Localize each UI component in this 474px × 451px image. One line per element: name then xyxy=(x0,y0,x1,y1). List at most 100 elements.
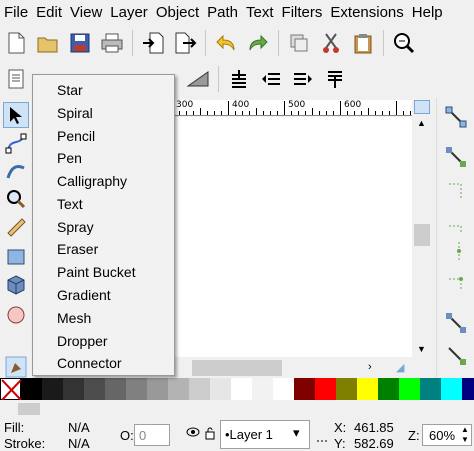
palette-scrollbar[interactable] xyxy=(0,400,474,418)
menu-item-connector[interactable]: Connector xyxy=(57,352,122,374)
fill-value[interactable]: N/A xyxy=(68,420,90,435)
color-swatch[interactable] xyxy=(420,378,441,400)
menu-item-mesh[interactable]: Mesh xyxy=(57,307,91,329)
color-swatch[interactable] xyxy=(231,378,252,400)
lock-layer-icon[interactable] xyxy=(204,426,216,443)
lower-icon[interactable] xyxy=(289,65,317,93)
zoom-corner-icon[interactable] xyxy=(414,100,430,114)
color-swatch[interactable] xyxy=(462,378,474,400)
menu-item-pen[interactable]: Pen xyxy=(57,147,82,169)
color-swatch[interactable] xyxy=(294,378,315,400)
document-properties-icon[interactable] xyxy=(2,65,30,93)
stroke-value[interactable]: N/A xyxy=(68,436,90,451)
print-icon[interactable] xyxy=(98,29,126,57)
menu-item-eraser[interactable]: Eraser xyxy=(57,238,98,260)
menu-text[interactable]: Text xyxy=(242,0,278,26)
zoom-fit-icon[interactable] xyxy=(390,29,418,57)
color-swatch[interactable] xyxy=(147,378,168,400)
opacity-input[interactable]: 0 xyxy=(134,424,170,446)
open-folder-icon[interactable] xyxy=(34,29,62,57)
menu-item-star[interactable]: Star xyxy=(57,79,83,101)
snap-midpoint-icon[interactable] xyxy=(443,238,469,264)
scroll-right-icon[interactable]: › xyxy=(368,361,372,373)
vertical-scrollbar[interactable]: ▲ ▼ xyxy=(412,100,434,360)
zoom-stepper-icon[interactable]: ▲ ▼ xyxy=(461,425,469,445)
menu-view[interactable]: View xyxy=(66,0,106,26)
menu-object[interactable]: Object xyxy=(152,0,203,26)
new-document-icon[interactable] xyxy=(2,29,30,57)
zoom-tool-icon[interactable] xyxy=(3,186,29,212)
menu-item-gradient[interactable]: Gradient xyxy=(57,284,111,306)
flip-horizontal-icon[interactable] xyxy=(184,65,212,93)
snap-enable-icon[interactable] xyxy=(443,104,469,130)
menu-item-text[interactable]: Text xyxy=(57,193,83,215)
color-swatch[interactable] xyxy=(399,378,420,400)
palette-scroll-thumb[interactable] xyxy=(18,403,40,415)
save-icon[interactable] xyxy=(66,29,94,57)
color-swatch[interactable] xyxy=(315,378,336,400)
menu-item-dropper[interactable]: Dropper xyxy=(57,330,108,352)
menu-path[interactable]: Path xyxy=(203,0,242,26)
horizontal-scrollbar[interactable]: › ◢ xyxy=(172,358,412,378)
color-swatch[interactable] xyxy=(21,378,42,400)
color-swatch[interactable] xyxy=(441,378,462,400)
menu-layer[interactable]: Layer xyxy=(106,0,152,26)
cut-icon[interactable] xyxy=(317,29,345,57)
measure-tool-icon[interactable] xyxy=(3,214,29,240)
zoom-input[interactable]: 60% ▲ ▼ xyxy=(422,424,472,446)
color-swatch[interactable] xyxy=(126,378,147,400)
undo-icon[interactable] xyxy=(212,29,240,57)
import-icon[interactable] xyxy=(139,29,167,57)
scroll-down-icon[interactable]: ▼ xyxy=(417,344,426,354)
selector-tool-icon[interactable] xyxy=(3,102,29,128)
snap-center-icon[interactable] xyxy=(443,266,469,292)
snap-bbox-corner-icon[interactable] xyxy=(443,210,469,236)
chevron-down-icon[interactable]: ▾ xyxy=(293,425,300,441)
color-swatch[interactable] xyxy=(252,378,273,400)
color-swatch[interactable] xyxy=(378,378,399,400)
color-swatch[interactable] xyxy=(357,378,378,400)
paste-icon[interactable] xyxy=(349,29,377,57)
export-icon[interactable] xyxy=(171,29,199,57)
snap-path-icon[interactable] xyxy=(443,342,469,368)
snap-nodes-icon[interactable] xyxy=(443,310,469,336)
color-swatch[interactable] xyxy=(336,378,357,400)
color-swatch[interactable] xyxy=(63,378,84,400)
node-tool-icon[interactable] xyxy=(3,130,29,156)
menu-edit[interactable]: Edit xyxy=(32,0,66,26)
color-swatch[interactable] xyxy=(105,378,126,400)
menu-item-calligraphy[interactable]: Calligraphy xyxy=(57,170,127,192)
color-swatch[interactable] xyxy=(273,378,294,400)
toggle-visibility-icon[interactable] xyxy=(186,426,200,441)
raise-to-top-icon[interactable] xyxy=(225,65,253,93)
scroll-up-icon[interactable]: ▲ xyxy=(417,118,426,128)
layer-dropdown[interactable]: •Layer 1 ▾ xyxy=(220,420,310,449)
color-swatch[interactable] xyxy=(189,378,210,400)
color-swatch[interactable] xyxy=(84,378,105,400)
drawing-canvas[interactable] xyxy=(172,117,412,357)
vertical-scroll-thumb[interactable] xyxy=(414,224,430,246)
lower-to-bottom-icon[interactable] xyxy=(321,65,349,93)
snap-bbox-edge-icon[interactable] xyxy=(443,178,469,204)
tweak-tool-icon[interactable] xyxy=(3,158,29,184)
lock-guides-icon[interactable]: ◢ xyxy=(396,361,404,374)
color-swatch[interactable] xyxy=(42,378,63,400)
menu-item-paint-bucket[interactable]: Paint Bucket xyxy=(57,261,136,283)
menu-item-spray[interactable]: Spray xyxy=(57,216,94,238)
menu-filters[interactable]: Filters xyxy=(278,0,327,26)
snap-bbox-icon[interactable] xyxy=(443,144,469,170)
3d-box-tool-icon[interactable] xyxy=(3,272,29,298)
menu-item-spiral[interactable]: Spiral xyxy=(57,102,93,124)
raise-icon[interactable] xyxy=(257,65,285,93)
more-tools-icon[interactable] xyxy=(3,354,29,380)
color-swatch[interactable] xyxy=(210,378,231,400)
menu-extensions[interactable]: Extensions xyxy=(326,0,407,26)
redo-icon[interactable] xyxy=(244,29,272,57)
color-swatch[interactable] xyxy=(168,378,189,400)
menu-file[interactable]: File xyxy=(0,0,32,26)
no-paint-swatch[interactable] xyxy=(0,378,22,401)
menu-help[interactable]: Help xyxy=(408,0,447,26)
rectangle-tool-icon[interactable] xyxy=(3,244,29,270)
horizontal-scroll-thumb[interactable] xyxy=(192,360,282,376)
duplicate-icon[interactable] xyxy=(285,29,313,57)
